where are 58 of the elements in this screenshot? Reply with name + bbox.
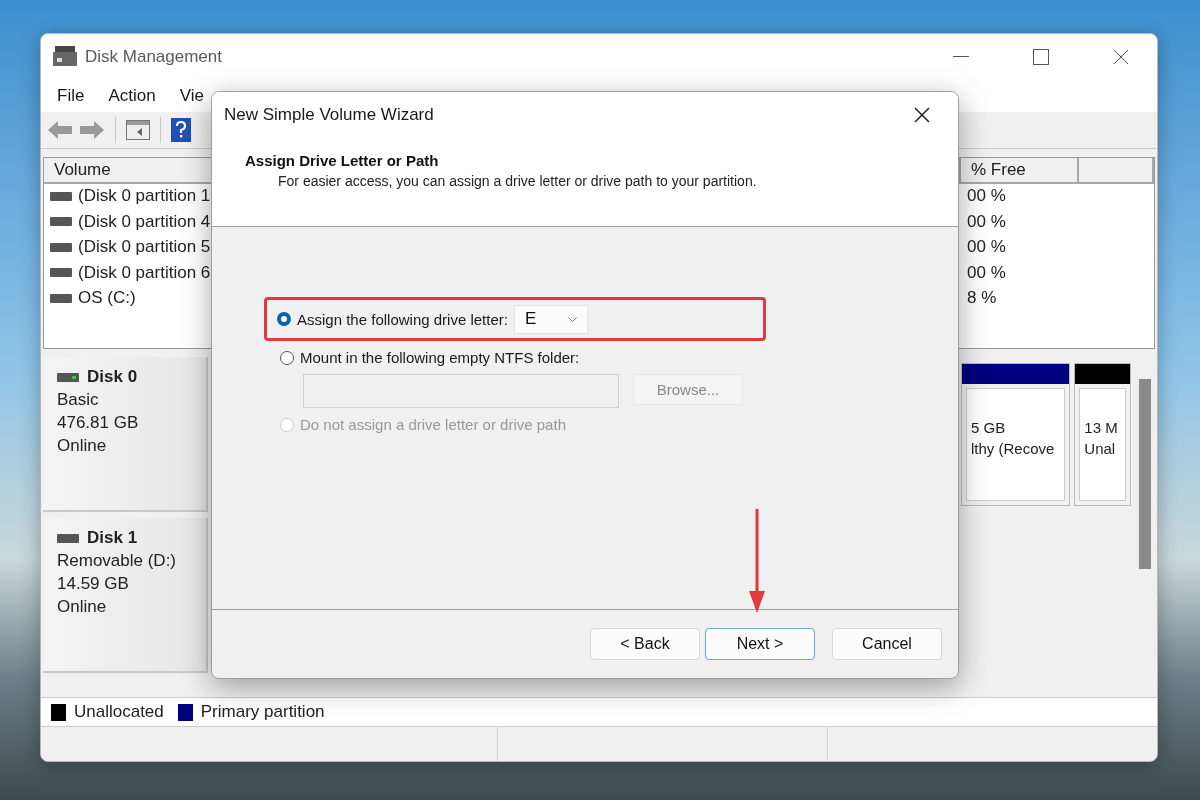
close-icon[interactable] — [914, 107, 930, 123]
disk-drive-icon — [50, 293, 72, 303]
partition-size: 5 GB — [971, 419, 1007, 436]
disk-label-panel[interactable]: Disk 0 Basic 476.81 GB Online — [43, 357, 208, 512]
partition-block[interactable]: 13 M Unal — [1074, 363, 1131, 506]
dialog-button[interactable]: Cancel — [832, 628, 942, 660]
option-label[interactable]: Mount in the following empty NTFS folder: — [300, 349, 580, 366]
scrollbar-thumb[interactable] — [1139, 379, 1151, 569]
table-cell-text: 8 % — [966, 287, 998, 310]
chevron-down-icon — [567, 316, 577, 322]
disk-drive-icon — [50, 191, 72, 201]
page-heading: Assign Drive Letter or Path — [245, 152, 440, 169]
table-cell-text: 00 % — [966, 236, 1007, 259]
legend-label: Primary partition — [200, 702, 325, 722]
dialog-button[interactable]: < Back — [590, 628, 700, 660]
disk-drive-icon — [50, 242, 72, 252]
partition-size: 13 M — [1084, 419, 1119, 436]
disk-name: Disk 0 — [87, 367, 138, 387]
close-icon[interactable] — [1113, 49, 1129, 65]
partition-status: lthy (Recove — [971, 440, 1056, 457]
radio-button[interactable] — [280, 350, 294, 365]
table-cell-text: 00 % — [966, 210, 1007, 233]
dialog-button[interactable]: Next > — [705, 628, 815, 660]
page-description: For easier access, you can assign a drive letter or drive path to your partition. — [278, 173, 758, 189]
panel-icon[interactable] — [126, 120, 150, 140]
drive-letter-dropdown[interactable]: E — [513, 304, 588, 334]
volume-name[interactable]: (Disk 0 partition 1 — [78, 186, 211, 207]
disk-drive-icon — [50, 268, 72, 278]
table-cell-text: 00 % — [966, 185, 1007, 208]
partition-status: Unal — [1084, 440, 1117, 457]
disk-management-icon — [53, 46, 77, 68]
table-cell-text: 00 % — [966, 261, 1007, 284]
volume-name[interactable]: (Disk 0 partition 4 — [78, 211, 211, 232]
radio-button[interactable] — [277, 312, 291, 326]
disk-status: Online — [57, 436, 108, 456]
option-label[interactable]: Assign the following drive letter: — [297, 310, 508, 328]
column-header[interactable]: Volume — [44, 158, 214, 184]
disk-status: Online — [57, 597, 108, 617]
disk-label-panel[interactable]: Disk 1 Removable (D:) 14.59 GB Online — [43, 518, 208, 673]
volume-name[interactable]: (Disk 0 partition 5 — [78, 237, 211, 258]
partition-block[interactable]: 5 GB lthy (Recove — [961, 363, 1071, 506]
disk-size: 476.81 GB — [57, 413, 140, 433]
volume-name[interactable]: (Disk 0 partition 6 — [78, 262, 211, 283]
disk-size: 14.59 GB — [57, 574, 130, 594]
disk-type: Removable (D:) — [57, 551, 178, 571]
window-title: Disk Management — [85, 47, 223, 67]
disk-drive-icon — [50, 217, 72, 227]
column-header[interactable]: % Free — [961, 158, 1079, 184]
disk-type: Basic — [57, 390, 100, 410]
dialog-title: New Simple Volume Wizard — [224, 105, 435, 125]
menu-item[interactable]: Action — [96, 86, 168, 106]
maximize-icon[interactable] — [1033, 49, 1049, 65]
legend-label: Unallocated — [74, 702, 164, 722]
help-icon[interactable] — [171, 118, 191, 142]
disk-name: Disk 1 — [87, 528, 138, 548]
volume-name[interactable]: OS (C:) — [78, 288, 136, 309]
menu-item[interactable]: File — [45, 86, 97, 106]
minimize-icon[interactable] — [953, 56, 969, 58]
